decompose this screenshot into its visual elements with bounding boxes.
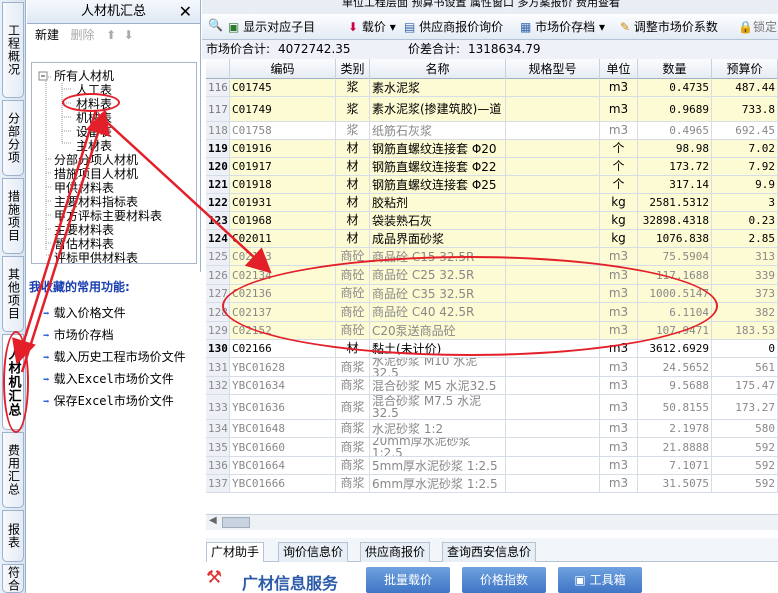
arrow-to-concrete-rows bbox=[97, 113, 272, 274]
arrow-to-material-table bbox=[20, 109, 110, 373]
annotation-arrows bbox=[12, 109, 272, 373]
arrow-to-summary-tab bbox=[12, 109, 98, 365]
